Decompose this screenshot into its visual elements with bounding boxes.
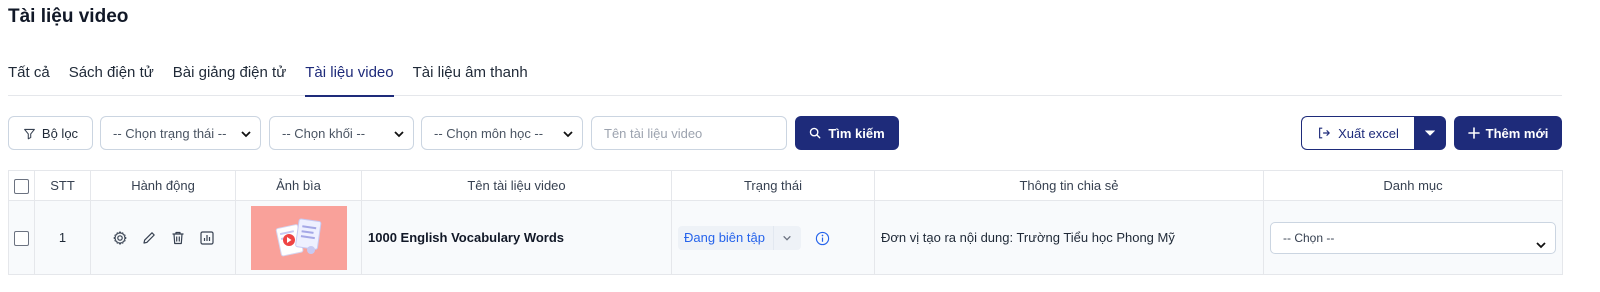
filter-icon: [23, 127, 36, 140]
column-header-actions: Hành động: [90, 170, 236, 201]
filter-button-label: Bộ lọc: [41, 125, 79, 141]
search-button-label: Tìm kiếm: [828, 125, 885, 141]
tab-bar: Tất cả Sách điện tử Bài giảng điện tử Tà…: [8, 62, 1562, 97]
search-icon: [809, 127, 821, 139]
filter-button[interactable]: Bộ lọc: [8, 116, 93, 150]
export-options-toggle[interactable]: [1414, 116, 1446, 150]
row-document-name[interactable]: 1000 English Vocabulary Words: [361, 200, 672, 275]
grade-select-value: -- Chọn khối --: [282, 125, 366, 141]
search-input[interactable]: [591, 116, 787, 150]
row-checkbox[interactable]: [14, 230, 29, 246]
column-header-status: Trạng thái: [671, 170, 875, 201]
tab-video-documents[interactable]: Tài liệu video: [305, 62, 394, 97]
column-header-share-info: Thông tin chia sẻ: [874, 170, 1264, 201]
row-share-info: Đơn vị tạo ra nội dung: Trường Tiểu học …: [874, 200, 1264, 275]
export-excel-label: Xuất excel: [1338, 125, 1399, 141]
chevron-down-icon: [240, 128, 252, 140]
video-cover-image: [250, 205, 347, 270]
export-excel-button[interactable]: Xuất excel: [1301, 116, 1414, 150]
subject-select[interactable]: -- Chọn môn học --: [421, 116, 583, 150]
row-status-cell: Đang biên tập: [671, 200, 875, 275]
chevron-down-icon: [562, 128, 574, 140]
category-select[interactable]: -- Chọn --: [1270, 221, 1556, 254]
tab-ebooks[interactable]: Sách điện tử: [69, 62, 154, 96]
select-all-cell: [8, 170, 35, 201]
row-category-cell: -- Chọn --: [1263, 200, 1563, 275]
documents-table: STT Hành động Ảnh bìa Tên tài liệu video…: [8, 170, 1563, 275]
column-header-category: Danh mục: [1263, 170, 1563, 201]
add-new-label: Thêm mới: [1485, 125, 1549, 141]
grade-select[interactable]: -- Chọn khối --: [269, 116, 414, 150]
table-row: 1 1000 English Vocabulary Words Đang biê…: [8, 200, 1563, 275]
row-index: 1: [34, 200, 91, 275]
column-header-cover: Ảnh bìa: [235, 170, 362, 201]
column-header-index: STT: [34, 170, 91, 201]
search-button[interactable]: Tìm kiếm: [795, 116, 899, 150]
trash-icon[interactable]: [170, 230, 186, 246]
status-label: Đang biên tập: [684, 230, 765, 245]
toolbar: Bộ lọc -- Chọn trạng thái -- -- Chọn khố…: [8, 116, 1562, 150]
add-new-button[interactable]: Thêm mới: [1454, 116, 1562, 150]
select-all-checkbox[interactable]: [14, 178, 29, 194]
chevron-down-icon: [772, 225, 801, 250]
gear-icon[interactable]: [112, 230, 128, 246]
tab-all[interactable]: Tất cả: [8, 62, 50, 96]
row-select-cell: [8, 200, 35, 275]
export-icon: [1317, 126, 1331, 140]
tab-e-lectures[interactable]: Bài giảng điện tử: [173, 62, 286, 96]
category-select-value: -- Chọn --: [1283, 230, 1335, 245]
chevron-down-icon: [1535, 232, 1547, 248]
table-header-row: STT Hành động Ảnh bìa Tên tài liệu video…: [8, 170, 1563, 201]
page-title: Tài liệu video: [8, 6, 129, 27]
pencil-icon[interactable]: [141, 230, 157, 246]
column-header-name: Tên tài liệu video: [361, 170, 672, 201]
status-select-value: -- Chọn trạng thái --: [113, 125, 227, 141]
caret-down-icon: [1425, 130, 1435, 136]
chevron-down-icon: [393, 128, 405, 140]
row-actions: [90, 200, 236, 275]
chart-icon[interactable]: [199, 230, 215, 246]
tab-audio-documents[interactable]: Tài liệu âm thanh: [413, 62, 528, 96]
status-dropdown[interactable]: Đang biên tập: [678, 225, 801, 250]
plus-icon: [1467, 127, 1480, 139]
info-icon[interactable]: [815, 231, 831, 247]
subject-select-value: -- Chọn môn học --: [434, 125, 544, 141]
row-cover-cell: [235, 200, 362, 275]
status-select[interactable]: -- Chọn trạng thái --: [100, 116, 261, 150]
